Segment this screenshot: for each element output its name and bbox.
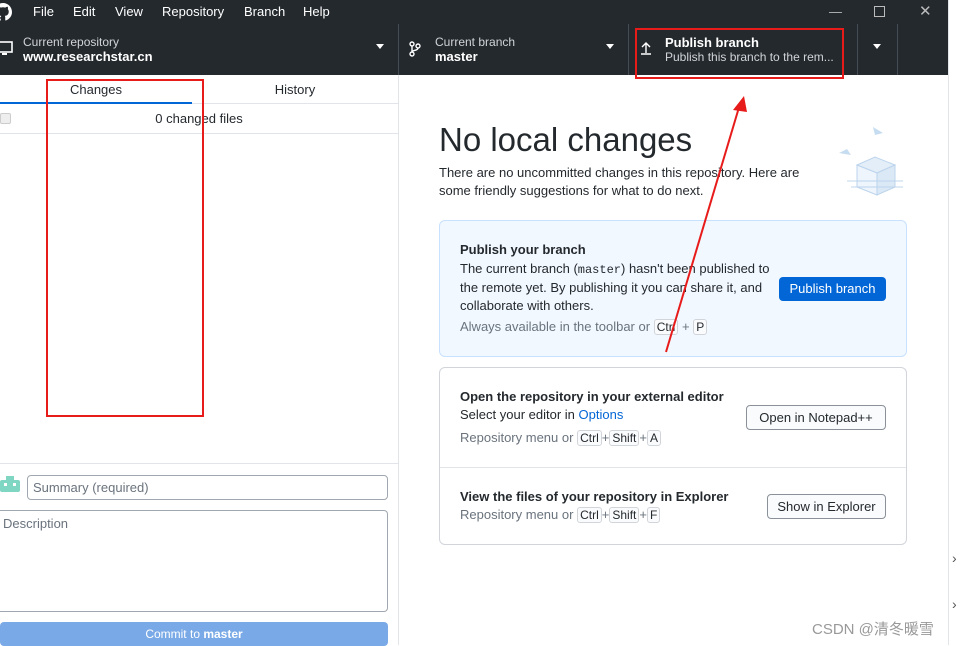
commit-panel: Summary (required) Description Commit to… [0, 463, 398, 646]
maximize-icon[interactable] [874, 6, 885, 17]
summary-input[interactable]: Summary (required) [27, 475, 388, 500]
key-a: A [646, 430, 661, 446]
editor-card-text-start: Select your editor in [460, 407, 575, 422]
publish-card-hint-text: Always available in the toolbar or [460, 319, 651, 334]
minimize-icon[interactable]: — [829, 4, 842, 19]
close-icon[interactable]: ✕ [919, 2, 932, 20]
suggestions-card: Open the repository in your external edi… [439, 367, 907, 545]
avatar-icon [0, 476, 20, 492]
github-logo-icon [0, 3, 12, 21]
page-subtitle: There are no uncommitted changes in this… [439, 165, 800, 198]
menu-edit[interactable]: Edit [73, 4, 95, 19]
explorer-card-hint-text: Repository menu or [460, 507, 574, 522]
git-branch-icon [409, 41, 421, 57]
publish-card-text-start: The current branch ( [460, 261, 578, 276]
key-shift: Shift [609, 430, 640, 446]
watermark: CSDN @清冬暖雪 [812, 621, 934, 638]
publish-branch-dropdown[interactable] [858, 24, 898, 75]
description-textarea[interactable]: Description [0, 510, 388, 612]
key-f: F [646, 507, 661, 523]
current-branch-label: Current branch [435, 35, 516, 49]
menu-repository[interactable]: Repository [162, 4, 224, 19]
empty-state-illustration-icon [839, 127, 903, 196]
page-title: No local changes [439, 121, 693, 158]
current-repository-button[interactable]: Current repository www.researchstar.cn [0, 24, 399, 75]
explorer-card-title: View the files of your repository in Exp… [460, 489, 729, 504]
computer-icon [0, 41, 13, 55]
select-all-checkbox[interactable] [0, 113, 11, 124]
commit-button-branch: master [203, 627, 243, 641]
open-in-editor-button[interactable]: Open in Notepad++ [746, 405, 886, 430]
chevron-down-icon [606, 44, 614, 49]
key-shift: Shift [609, 507, 640, 523]
menu-file[interactable]: File [33, 4, 54, 19]
chevron-down-icon [376, 44, 384, 49]
editor-card-hint-text: Repository menu or [460, 430, 574, 445]
show-in-explorer-button[interactable]: Show in Explorer [767, 494, 886, 519]
annotation-arrow-icon [665, 96, 747, 353]
background-window-edge: › › [948, 0, 962, 645]
current-repository-label: Current repository [23, 35, 120, 49]
key-ctrl: Ctrl [577, 430, 602, 446]
commit-button[interactable]: Commit to master [0, 622, 388, 646]
current-branch-button[interactable]: Current branch master [399, 24, 629, 75]
menu-bar: File Edit View Repository Branch Help — … [0, 0, 948, 24]
chevron-right-icon: › [952, 550, 957, 566]
card-divider [440, 467, 906, 468]
publish-branch-card-button[interactable]: Publish branch [779, 277, 886, 301]
publish-card-title: Publish your branch [460, 242, 586, 257]
annotation-box-changes [46, 79, 204, 417]
current-repository-value: www.researchstar.cn [23, 49, 153, 64]
menu-branch[interactable]: Branch [244, 4, 285, 19]
editor-card-hint: Repository menu or Ctrl + Shift + A [460, 430, 661, 446]
menu-view[interactable]: View [115, 4, 143, 19]
editor-card-text: Select your editor in Options [460, 406, 623, 424]
chevron-right-icon: › [952, 596, 957, 612]
editor-card-title: Open the repository in your external edi… [460, 389, 724, 404]
menu-help[interactable]: Help [303, 4, 330, 19]
branch-name-code: master [577, 263, 621, 277]
tab-history[interactable]: History [192, 75, 398, 104]
annotation-box-publish [635, 28, 844, 79]
chevron-down-icon [873, 44, 881, 49]
current-branch-value: master [435, 49, 478, 64]
commit-button-prefix: Commit to [145, 627, 204, 641]
options-link[interactable]: Options [579, 407, 624, 422]
explorer-card-hint: Repository menu or Ctrl + Shift + F [460, 507, 661, 523]
key-ctrl: Ctrl [577, 507, 602, 523]
